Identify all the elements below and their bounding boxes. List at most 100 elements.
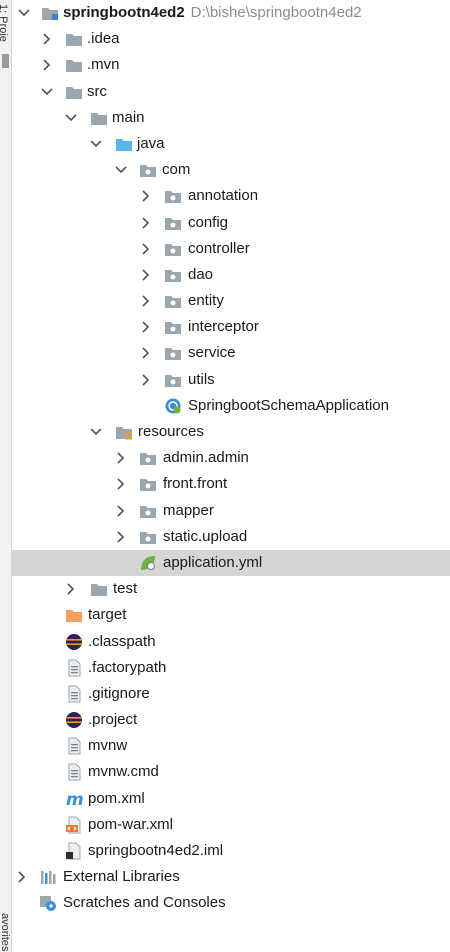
tree-label: controller [188,239,250,257]
tree-node-file[interactable]: m pom.xml [12,786,450,812]
tree-node-file[interactable]: pom-war.xml [12,812,450,838]
tree-label: SpringbootSchemaApplication [188,396,389,414]
tree-node-file[interactable]: springbootn4ed2.iml [12,838,450,864]
chevron-right-icon[interactable] [114,445,128,471]
chevron-right-icon[interactable] [139,340,153,366]
chevron-right-icon[interactable] [139,314,153,340]
package-icon [164,371,182,389]
folder-icon [90,580,108,598]
tree-node-file[interactable]: mvnw.cmd [12,759,450,785]
tree-node-package[interactable]: annotation [12,183,450,209]
tree-label: .factorypath [88,658,167,676]
tree-node-res-dir[interactable]: mapper [12,498,450,524]
tree-node-external-libraries[interactable]: External Libraries [12,864,450,890]
chevron-down-icon[interactable] [17,0,31,26]
tree-label: mvnw.cmd [88,763,159,781]
tree-node-resources[interactable]: resources [12,419,450,445]
chevron-down-icon[interactable] [114,157,128,183]
tree-node-com[interactable]: com [12,157,450,183]
tree-label: service [188,344,236,362]
tree-node-src[interactable]: src [12,79,450,105]
tree-label: dao [188,265,214,283]
tree-label: Scratches and Consoles [63,894,226,912]
tree-label: .gitignore [88,684,150,702]
project-tool-window-strip[interactable]: 1: Proje avorites [0,0,12,952]
eclipse-file-icon [65,711,83,729]
package-icon [139,502,157,520]
package-icon [139,449,157,467]
tree-node-app-class[interactable]: SpringbootSchemaApplication [12,393,450,419]
tree-node-file[interactable]: .project [12,707,450,733]
text-file-icon [65,659,83,677]
tree-label: mvnw [88,737,128,755]
tree-label: com [162,161,191,179]
chevron-right-icon[interactable] [114,498,128,524]
tree-node-main[interactable]: main [12,105,450,131]
chevron-right-icon[interactable] [139,262,153,288]
chevron-right-icon[interactable] [139,183,153,209]
tree-label: annotation [188,187,259,205]
spring-boot-class-icon [164,397,182,415]
chevron-right-icon[interactable] [40,52,54,78]
tree-label: .classpath [88,632,156,650]
project-tool-tab[interactable]: 1: Proje [0,4,9,42]
tree-node-package[interactable]: dao [12,262,450,288]
package-icon [164,344,182,362]
tree-label: interceptor [188,318,259,336]
svg-text:m: m [66,790,83,808]
chevron-down-icon[interactable] [89,419,103,445]
tree-node-file[interactable]: .gitignore [12,681,450,707]
chevron-down-icon[interactable] [89,131,103,157]
tree-node-idea[interactable]: .idea [12,26,450,52]
favorites-tool-tab[interactable]: avorites [0,913,11,952]
tree-node-res-dir[interactable]: front.front [12,471,450,497]
tree-node-package[interactable]: config [12,210,450,236]
package-icon [164,318,182,336]
chevron-right-icon[interactable] [15,864,29,890]
folder-icon [90,109,108,127]
resources-folder-icon [115,423,133,441]
tree-node-file[interactable]: .factorypath [12,655,450,681]
tree-node-mvn[interactable]: .mvn [12,52,450,78]
xml-file-icon [65,816,83,834]
chevron-right-icon[interactable] [139,288,153,314]
module-folder-icon [41,4,59,22]
tree-label: utils [188,370,215,388]
chevron-down-icon[interactable] [64,105,78,131]
tree-node-package[interactable]: controller [12,236,450,262]
tree-node-java[interactable]: java [12,131,450,157]
project-tab-marker [2,54,9,68]
tree-label: front.front [163,475,228,493]
chevron-right-icon[interactable] [114,524,128,550]
chevron-right-icon[interactable] [40,26,54,52]
project-tree: springbootn4ed2 D:\bishe\springbootn4ed2 … [12,0,450,917]
chevron-right-icon[interactable] [139,210,153,236]
chevron-right-icon[interactable] [114,471,128,497]
folder-icon [65,56,83,74]
tree-node-file[interactable]: .classpath [12,629,450,655]
tree-node-root[interactable]: springbootn4ed2 D:\bishe\springbootn4ed2 [12,0,450,26]
chevron-right-icon[interactable] [139,367,153,393]
package-icon [139,475,157,493]
tree-node-package[interactable]: interceptor [12,314,450,340]
tree-node-res-dir[interactable]: static.upload [12,524,450,550]
tree-node-scratches[interactable]: Scratches and Consoles [12,890,450,916]
chevron-down-icon[interactable] [40,79,54,105]
tree-node-test[interactable]: test [12,576,450,602]
tree-node-package[interactable]: service [12,340,450,366]
package-icon [164,240,182,258]
tree-node-target[interactable]: target [12,602,450,628]
package-icon [164,266,182,284]
tree-label: target [88,606,127,624]
chevron-right-icon[interactable] [139,236,153,262]
tree-node-res-dir[interactable]: admin.admin [12,445,450,471]
tree-node-file[interactable]: mvnw [12,733,450,759]
tree-node-application-yml[interactable]: application.yml [12,549,450,577]
text-file-icon [65,737,83,755]
tree-node-package[interactable]: utils [12,367,450,393]
root-name: springbootn4ed2 [63,4,185,21]
tree-node-package[interactable]: entity [12,288,450,314]
tree-label: pom-war.xml [88,815,174,833]
tree-label: src [87,82,107,100]
chevron-right-icon[interactable] [64,576,78,602]
